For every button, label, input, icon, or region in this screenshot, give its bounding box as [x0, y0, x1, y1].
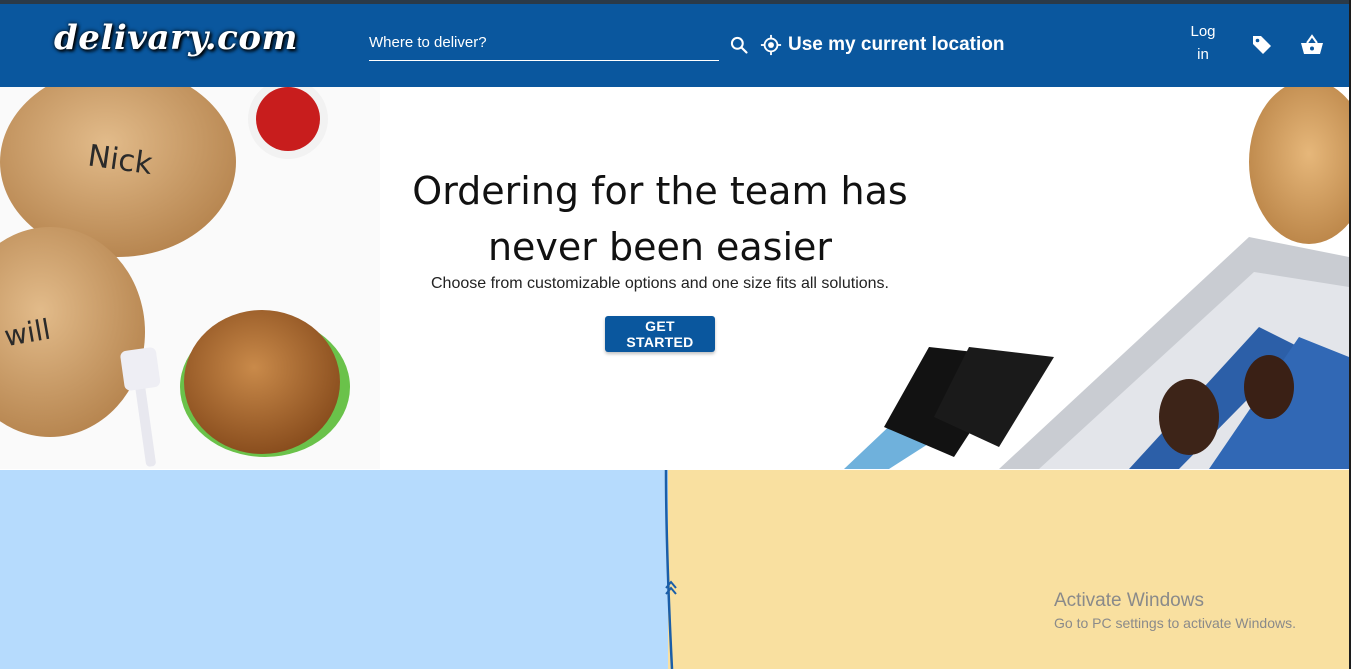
- login-link[interactable]: Log in: [1183, 20, 1223, 66]
- feature-panel-right: [668, 470, 1349, 669]
- get-started-button[interactable]: GET STARTED: [605, 316, 715, 352]
- use-location-button[interactable]: Use my current location: [760, 30, 1004, 60]
- search-icon[interactable]: [729, 35, 749, 55]
- tag-icon[interactable]: [1250, 33, 1274, 57]
- hero-food-left-image: Nick will: [0, 87, 380, 469]
- hero-title: Ordering for the team has never been eas…: [380, 163, 940, 275]
- activate-windows-watermark: Activate Windows Go to PC settings to ac…: [1054, 590, 1296, 631]
- hero-subtitle: Choose from customizable options and one…: [430, 275, 889, 292]
- watermark-subtitle: Go to PC settings to activate Windows.: [1054, 615, 1296, 631]
- site-logo[interactable]: delivary.com: [54, 18, 298, 58]
- use-location-label: Use my current location: [788, 34, 1005, 55]
- login-label-line2: in: [1197, 46, 1209, 63]
- basket-icon[interactable]: [1299, 33, 1325, 57]
- search-input[interactable]: [369, 28, 709, 55]
- feature-panel-left: [0, 470, 670, 669]
- hero-title-line1: Ordering for the team has: [412, 169, 908, 213]
- crosshair-icon: [760, 34, 782, 56]
- hero-banner: Nick will Ordering for the team has neve…: [0, 87, 1349, 469]
- watermark-title: Activate Windows: [1054, 590, 1204, 611]
- site-header: delivary.com: [0, 4, 1349, 87]
- login-label-line1: Log: [1190, 23, 1216, 40]
- panel-divider-line: [664, 470, 677, 669]
- hero-title-line2: never been easier: [487, 225, 833, 269]
- search-field: [369, 28, 719, 61]
